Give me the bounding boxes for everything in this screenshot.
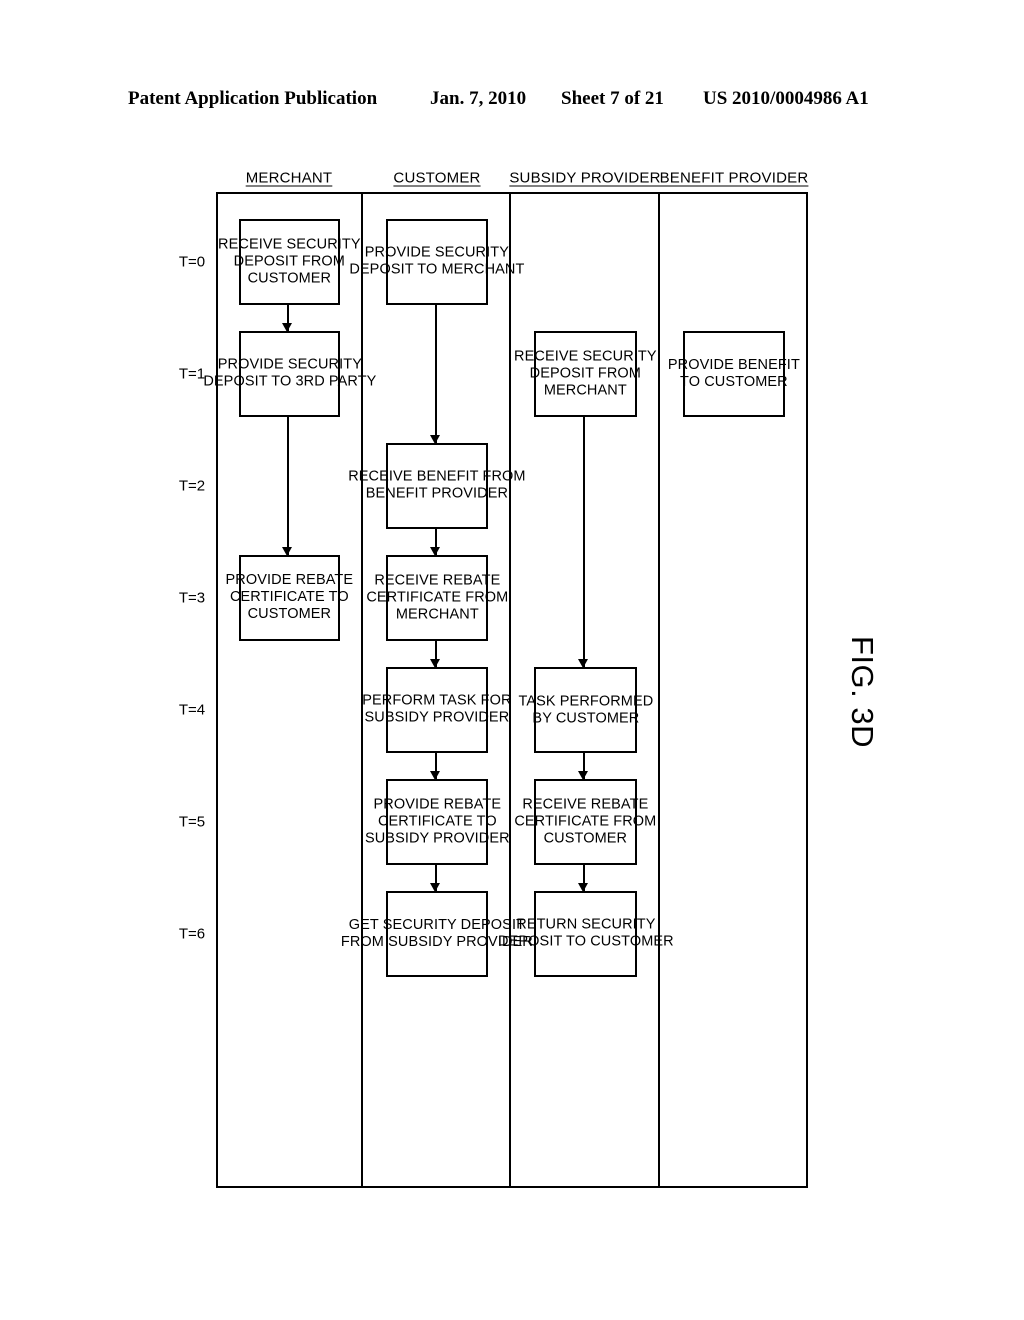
time-tick-4: T=4 <box>178 701 206 719</box>
process-box[interactable]: RECEIVE SECURITY DEPOSIT FROM CUSTOMER <box>218 219 361 305</box>
time-tick-6: T=6 <box>178 925 206 943</box>
flow-arrow <box>583 865 586 891</box>
process-box-label: PROVIDE REBATE CERTIFICATE TO CUSTOMER <box>225 572 354 623</box>
process-box-label: RECEIVE REBATE CERTIFICATE FROM MERCHANT <box>365 572 509 623</box>
lane-title-benefit-provider: BENEFIT PROVIDER <box>659 169 809 187</box>
flow-arrow <box>435 753 437 779</box>
process-box[interactable]: TASK PERFORMED BY CUSTOMER <box>518 667 653 753</box>
process-box[interactable]: RETURN SECURITY DEPOSIT TO CUSTOMER <box>498 891 673 977</box>
process-box[interactable]: GET SECURITY DEPOSIT FROM SUBSIDY PROVIDE… <box>341 891 533 977</box>
lane-title-merchant: MERCHANT <box>246 169 333 187</box>
process-box[interactable]: RECEIVE SECURITY DEPOSIT FROM MERCHANT <box>514 331 657 417</box>
lane-separator <box>658 192 660 1188</box>
process-box[interactable]: PROVIDE REBATE CERTIFICATE TO SUBSIDY PROV… <box>365 779 509 865</box>
process-box[interactable]: PROVIDE SECURITY DEPOSIT TO 3RD PARTY <box>203 331 376 417</box>
flow-arrow <box>287 305 290 331</box>
time-tick-0: T=0 <box>178 253 206 271</box>
process-box-label: RECEIVE SECURITY DEPOSIT FROM CUSTOMER <box>218 236 361 287</box>
process-box[interactable]: RECEIVE REBATE CERTIFICATE FROM CUSTOMER <box>514 779 657 865</box>
flow-arrow <box>287 417 290 555</box>
process-box-label: RETURN SECURITY DEPOSIT TO CUSTOMER <box>497 916 674 951</box>
process-box[interactable]: RECEIVE REBATE CERTIFICATE FROM MERCHANT <box>366 555 508 641</box>
figure-caption: FIG. 3D <box>806 612 946 772</box>
flow-arrow <box>435 529 437 555</box>
flow-arrow <box>435 641 437 667</box>
process-box[interactable]: PROVIDE SECURITY DEPOSIT TO MERCHANT <box>349 219 525 305</box>
lane-title-customer: CUSTOMER <box>393 169 481 187</box>
flow-arrow <box>435 865 437 891</box>
time-tick-1: T=1 <box>178 365 206 383</box>
time-tick-5: T=5 <box>178 813 206 831</box>
time-tick-2: T=2 <box>178 477 206 495</box>
lane-separator <box>509 192 511 1188</box>
process-box[interactable]: PERFORM TASK FOR SUBSIDY PROVIDER <box>362 667 512 753</box>
flow-arrow <box>583 417 586 667</box>
figure-3d: MERCHANT RECEIVE SECURITY DEPOSIT FROM CUST… <box>0 0 1024 1320</box>
process-box[interactable]: RECEIVE BENEFIT FROM BENEFIT PROVIDER <box>348 443 526 529</box>
process-box[interactable]: PROVIDE REBATE CERTIFICATE TO CUSTOMER <box>226 555 353 641</box>
process-box-label: PROVIDE SECURITY DEPOSIT TO MERCHANT <box>349 244 525 278</box>
flow-arrow <box>583 753 586 779</box>
lane-title-subsidy-provider: SUBSIDY PROVIDER <box>509 169 662 187</box>
process-box-label: PROVIDE SECURITY DEPOSIT TO 3RD PARTY <box>202 356 377 391</box>
process-box-label: RECEIVE REBATE CERTIFICATE FROM CUSTOMER <box>514 796 657 847</box>
time-tick-3: T=3 <box>178 589 206 607</box>
flow-arrow <box>435 305 437 443</box>
process-box-label: RECEIVE BENEFIT FROM BENEFIT PROVIDER <box>348 468 526 502</box>
lane-separator <box>361 192 363 1188</box>
process-box-label: PROVIDE REBATE CERTIFICATE TO SUBSIDY PROV… <box>364 796 510 847</box>
process-box-label: RECEIVE SECURITY DEPOSIT FROM MERCHANT <box>514 348 657 399</box>
process-box-label: PERFORM TASK FOR SUBSIDY PROVIDER <box>362 692 512 726</box>
process-box-label: TASK PERFORMED BY CUSTOMER <box>518 692 653 726</box>
process-box-label: PROVIDE BENEFIT TO CUSTOMER <box>667 356 801 390</box>
swimlane-chart: MERCHANT RECEIVE SECURITY DEPOSIT FROM CUST… <box>179 170 808 1188</box>
figure-caption-label: FIG. 3D <box>845 635 881 749</box>
process-box[interactable]: PROVIDE BENEFIT TO CUSTOMER <box>668 331 800 417</box>
